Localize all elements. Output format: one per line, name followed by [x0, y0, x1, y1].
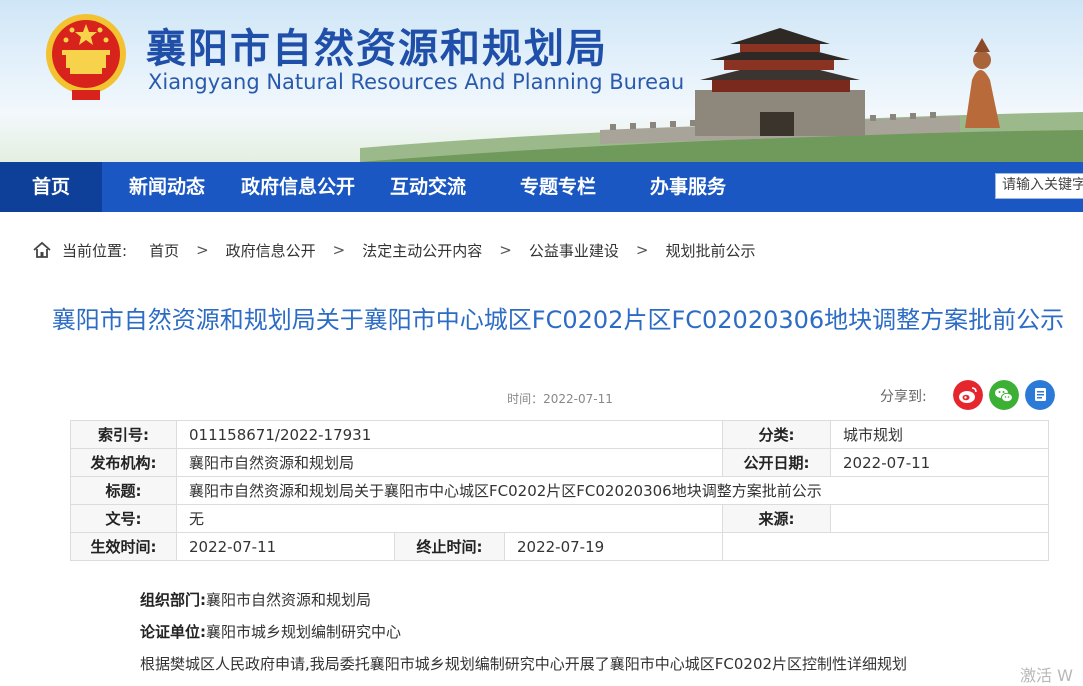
publisher-label: 发布机构: — [70, 448, 177, 477]
publisher-value: 襄阳市自然资源和规划局 — [175, 448, 724, 477]
city-gate-scenery — [360, 28, 1083, 162]
body-paragraph: 根据樊城区人民政府申请,我局委托襄阳市城乡规划编制研究中心开展了襄阳市中心城区F… — [140, 655, 908, 673]
org-label: 组织部门: — [140, 591, 206, 609]
breadcrumb-separator: > — [196, 241, 209, 259]
nav-news[interactable]: 新闻动态 — [112, 162, 222, 212]
main-nav: 首页 新闻动态 政府信息公开 互动交流 专题专栏 办事服务 — [0, 162, 1083, 212]
activation-watermark: 激活 W — [1020, 666, 1073, 685]
table-row: 生效时间: 2022-07-11 终止时间: 2022-07-19 — [70, 532, 1050, 561]
pubdate-value: 2022-07-11 — [830, 448, 1050, 477]
breadcrumb-separator: > — [635, 241, 649, 259]
unit-line: 论证单位:襄阳市城乡规划编制研究中心 — [140, 616, 1040, 648]
breadcrumb-statutory[interactable]: 法定主动公开内容 — [362, 240, 482, 261]
unit-value: 襄阳市城乡规划编制研究中心 — [206, 623, 402, 641]
breadcrumb-public-welfare[interactable]: 公益事业建设 — [529, 240, 619, 261]
nav-home[interactable]: 首页 — [0, 162, 102, 212]
effective-label: 生效时间: — [70, 532, 177, 561]
docno-value: 无 — [175, 504, 724, 533]
publish-time: 时间：2022-07-11 — [507, 392, 613, 406]
breadcrumb-prefix: 当前位置: — [62, 241, 128, 260]
org-line: 组织部门:襄阳市自然资源和规划局 — [140, 584, 1040, 616]
breadcrumb-gov-info[interactable]: 政府信息公开 — [226, 240, 316, 261]
table-row: 发布机构: 襄阳市自然资源和规划局 公开日期: 2022-07-11 — [70, 448, 1050, 477]
title-label: 标题: — [70, 476, 177, 505]
source-label: 来源: — [722, 504, 832, 533]
article-body: 组织部门:襄阳市自然资源和规划局 论证单位:襄阳市城乡规划编制研究中心 根据樊城… — [140, 584, 1040, 680]
wechat-icon[interactable] — [989, 380, 1019, 410]
empty-cell — [722, 532, 1050, 561]
docno-label: 文号: — [70, 504, 177, 533]
table-row: 索引号: 011158671/2022-17931 分类: 城市规划 — [70, 420, 1050, 449]
breadcrumb-home[interactable]: 首页 — [149, 240, 179, 261]
unit-label: 论证单位: — [140, 623, 206, 641]
table-row: 文号: 无 来源: — [70, 504, 1050, 533]
index-value: 011158671/2022-17931 — [175, 420, 724, 449]
nav-topics[interactable]: 专题专栏 — [504, 162, 612, 212]
title-value: 襄阳市自然资源和规划局关于襄阳市中心城区FC0202片区FC02020306地块… — [175, 476, 1050, 505]
effective-value: 2022-07-11 — [176, 532, 395, 561]
nav-services[interactable]: 办事服务 — [634, 162, 742, 212]
breadcrumb-separator: > — [499, 241, 512, 259]
article-title: 襄阳市自然资源和规划局关于襄阳市中心城区FC0202片区FC02020306地块… — [51, 306, 1065, 334]
breadcrumb-separator: > — [332, 241, 346, 259]
table-row: 标题: 襄阳市自然资源和规划局关于襄阳市中心城区FC0202片区FC020203… — [70, 476, 1050, 505]
site-header: 襄阳市自然资源和规划局 Xiangyang Natural Resources … — [0, 0, 1083, 162]
info-table: 索引号: 011158671/2022-17931 分类: 城市规划 发布机构:… — [70, 420, 1050, 561]
home-icon — [33, 241, 51, 258]
category-value: 城市规划 — [830, 420, 1050, 449]
share-icon[interactable] — [1025, 380, 1055, 410]
org-value: 襄阳市自然资源和规划局 — [206, 591, 372, 609]
search-box — [995, 173, 1083, 199]
weibo-icon[interactable] — [953, 380, 983, 410]
breadcrumb: 当前位置: 首页 > 政府信息公开 > 法定主动公开内容 > 公益事业建设 > … — [32, 236, 755, 264]
national-emblem-icon — [46, 14, 126, 100]
index-label: 索引号: — [70, 420, 177, 449]
category-label: 分类: — [722, 420, 832, 449]
end-value: 2022-07-19 — [503, 532, 724, 561]
nav-interaction[interactable]: 互动交流 — [376, 162, 480, 212]
source-value — [830, 504, 1050, 533]
pubdate-label: 公开日期: — [722, 448, 832, 477]
breadcrumb-planning-notice[interactable]: 规划批前公示 — [665, 240, 755, 261]
share-label: 分享到: — [880, 389, 927, 405]
end-label: 终止时间: — [394, 532, 505, 561]
search-input[interactable] — [996, 174, 1083, 196]
nav-gov-info[interactable]: 政府信息公开 — [228, 162, 368, 212]
